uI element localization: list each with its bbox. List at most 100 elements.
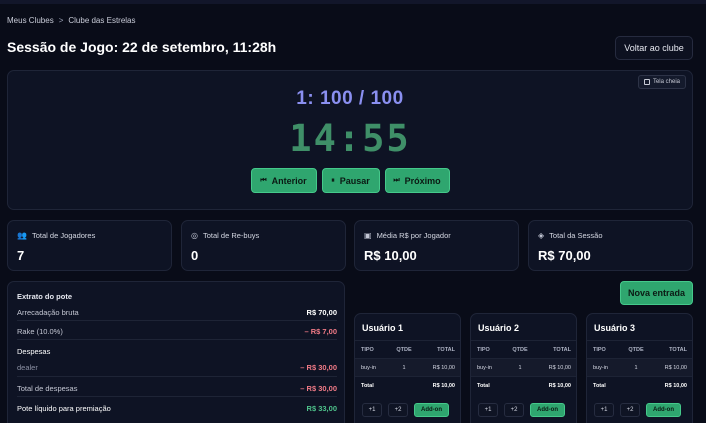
player-actions: +1 +2 Add-on [362, 403, 449, 417]
pot-row-rake: Rake (10.0%) – R$ 7,00 [17, 327, 337, 336]
divider [17, 339, 337, 340]
cell-qty: 1 [518, 364, 522, 371]
fullscreen-button[interactable]: Tela cheia [637, 75, 686, 89]
breadcrumb-current[interactable]: Clube das Estrelas [68, 16, 135, 25]
header-type: TIPO [593, 346, 606, 353]
header-qty: QTDE [512, 346, 528, 353]
pot-row-value: R$ 70,00 [306, 308, 337, 317]
table-row: buy-in 1 R$ 10,00 [471, 358, 576, 376]
header-type: TIPO [361, 346, 374, 353]
player-name: Usuário 2 [478, 323, 520, 333]
table-header: TIPO QTDE TOTAL [471, 340, 576, 358]
pot-row-value: – R$ 7,00 [304, 327, 337, 336]
fullscreen-icon [643, 79, 650, 85]
skip-forward-icon: ⏭ [393, 176, 400, 184]
add-two-rebuy-button[interactable]: +2 [620, 403, 640, 417]
divider [17, 396, 337, 397]
table-row: buy-in 1 R$ 10,00 [355, 358, 460, 376]
pause-label: Pausar [339, 175, 370, 186]
stat-session-total: ◈ Total da Sessão R$ 70,00 [528, 220, 693, 271]
add-on-button[interactable]: Add-on [530, 403, 565, 417]
stat-label: Média R$ por Jogador [376, 231, 451, 240]
pot-row-total-expenses: Total de despesas – R$ 30,00 [17, 384, 337, 393]
player-entries-table: TIPO QTDE TOTAL buy-in 1 R$ 10,00 Total … [355, 340, 460, 394]
blind-level: 1: 100 / 100 [296, 88, 404, 109]
table-total-row: Total R$ 10,00 [355, 376, 460, 394]
pot-row-gross: Arrecadação bruta R$ 70,00 [17, 308, 337, 317]
player-entries-table: TIPO QTDE TOTAL buy-in 1 R$ 10,00 Total … [471, 340, 576, 394]
total-value: R$ 10,00 [548, 382, 571, 389]
header-qty: QTDE [396, 346, 412, 353]
cell-type: buy-in [477, 364, 492, 371]
total-value: R$ 10,00 [432, 382, 455, 389]
add-two-rebuy-button[interactable]: +2 [504, 403, 524, 417]
add-one-rebuy-button[interactable]: +1 [362, 403, 382, 417]
table-row: buy-in 1 R$ 10,00 [587, 358, 692, 376]
header-qty: QTDE [628, 346, 644, 353]
pot-title: Extrato do pote [17, 292, 73, 301]
add-two-rebuy-button[interactable]: +2 [388, 403, 408, 417]
back-to-club-button[interactable]: Voltar ao clube [615, 36, 693, 60]
next-level-button[interactable]: ⏭ Próximo [384, 168, 450, 193]
cell-type: buy-in [593, 364, 608, 371]
pot-row-dealer: dealer – R$ 30,00 [17, 363, 337, 372]
new-entry-button[interactable]: Nova entrada [620, 281, 693, 305]
pot-statement-panel: Extrato do pote Arrecadação bruta R$ 70,… [7, 281, 345, 423]
fullscreen-label: Tela cheia [652, 79, 680, 85]
pot-row-value: – R$ 30,00 [300, 363, 337, 372]
pot-row-label: Pote líquido para premiação [17, 404, 111, 413]
table-header: TIPO QTDE TOTAL [587, 340, 692, 358]
breadcrumb-separator: > [58, 16, 64, 25]
total-label: Total [477, 382, 490, 389]
stat-value: 0 [191, 248, 199, 263]
stat-total-rebuys: ◎ Total de Re-buys 0 [181, 220, 346, 271]
stat-label: Total de Re-buys [202, 231, 260, 240]
player-actions: +1 +2 Add-on [478, 403, 565, 417]
stat-value: 7 [17, 248, 25, 263]
total-value: R$ 10,00 [664, 382, 687, 389]
add-one-rebuy-button[interactable]: +1 [594, 403, 614, 417]
player-card-1: Usuário 1 TIPO QTDE TOTAL buy-in 1 R$ 10… [354, 313, 461, 423]
pot-row-expenses-heading: Despesas [17, 347, 337, 356]
next-level-label: Próximo [404, 175, 441, 186]
pot-row-value: R$ 33,00 [306, 404, 337, 413]
total-label: Total [593, 382, 606, 389]
stat-label: Total da Sessão [549, 231, 603, 240]
pot-row-label: dealer [17, 363, 38, 372]
users-icon: 👥 [17, 231, 27, 240]
player-card-3: Usuário 3 TIPO QTDE TOTAL buy-in 1 R$ 10… [586, 313, 693, 423]
wallet-icon: ▣ [364, 231, 372, 240]
top-bar [0, 0, 706, 4]
skip-back-icon: ⏮ [260, 176, 267, 184]
stat-label: Total de Jogadores [31, 231, 96, 240]
header-type: TIPO [477, 346, 490, 353]
stat-value: R$ 10,00 [364, 248, 417, 263]
coins-icon: ◎ [191, 231, 198, 240]
stat-average-per-player: ▣ Média R$ por Jogador R$ 10,00 [354, 220, 519, 271]
player-name: Usuário 3 [594, 323, 636, 333]
tournament-clock-panel: Tela cheia 1: 100 / 100 14:55 ⏮ Anterior… [7, 70, 693, 210]
pot-row-value: – R$ 30,00 [300, 384, 337, 393]
cell-qty: 1 [402, 364, 406, 371]
cell-qty: 1 [634, 364, 638, 371]
previous-level-button[interactable]: ⏮ Anterior [250, 168, 317, 193]
add-on-button[interactable]: Add-on [646, 403, 681, 417]
pot-row-net: Pote líquido para premiação R$ 33,00 [17, 404, 337, 413]
player-actions: +1 +2 Add-on [594, 403, 681, 417]
header-total: TOTAL [669, 346, 687, 353]
tag-icon: ◈ [538, 231, 545, 240]
breadcrumb: Meus Clubes > Clube das Estrelas [7, 16, 136, 25]
cell-total: R$ 10,00 [548, 364, 571, 371]
add-one-rebuy-button[interactable]: +1 [478, 403, 498, 417]
clock-controls: ⏮ Anterior ⏸ Pausar ⏭ Próximo [8, 168, 692, 193]
countdown-clock: 14:55 [289, 117, 411, 160]
stat-total-players: 👥 Total de Jogadores 7 [7, 220, 172, 271]
breadcrumb-clubs-link[interactable]: Meus Clubes [7, 16, 54, 25]
pause-icon: ⏸ [331, 176, 335, 184]
add-on-button[interactable]: Add-on [414, 403, 449, 417]
table-total-row: Total R$ 10,00 [587, 376, 692, 394]
pause-button[interactable]: ⏸ Pausar [321, 168, 380, 193]
page-title: Sessão de Jogo: 22 de setembro, 11:28h [7, 39, 277, 55]
player-name: Usuário 1 [362, 323, 404, 333]
cell-type: buy-in [361, 364, 376, 371]
